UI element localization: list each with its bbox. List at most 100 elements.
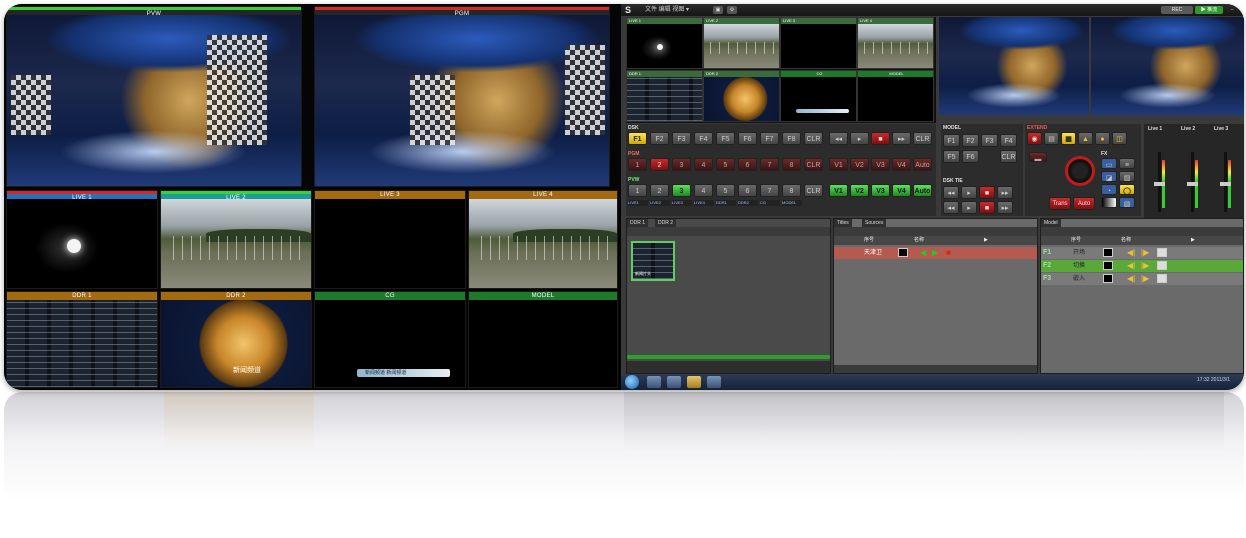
dsk-key-f3[interactable]: F3 <box>672 132 691 145</box>
clip-thumb[interactable]: 新闻片头 <box>631 241 675 281</box>
pgm-vkey-v1[interactable]: V1 <box>829 158 848 171</box>
model-key-f4[interactable]: F4 <box>1000 134 1017 147</box>
preview-live-4[interactable]: LIVE 4 <box>857 17 934 69</box>
pgm-vkey-v4[interactable]: V4 <box>892 158 911 171</box>
pvw-vkey-v2[interactable]: V2 <box>850 184 869 197</box>
tie-stop2-button[interactable]: ■ <box>979 201 995 214</box>
cg-row[interactable]: 天津卫 ◀ ▶ ■ <box>834 247 1037 259</box>
next-arrow-icon[interactable]: ▶ <box>932 248 938 258</box>
auto-button[interactable]: Auto <box>1073 197 1095 210</box>
next-arrow-icon[interactable]: |▶ <box>1141 248 1149 258</box>
extend-key-5[interactable]: ● <box>1095 132 1110 145</box>
preview-monitor[interactable] <box>939 17 1089 115</box>
preview-ddr-1[interactable]: DDR 1 <box>626 70 703 122</box>
fader-handle[interactable] <box>1187 182 1198 186</box>
transport-button-2[interactable]: ▸ <box>850 132 869 145</box>
pvw-key-clr[interactable]: CLR <box>804 184 823 197</box>
pvw-vkey-auto[interactable]: Auto <box>913 184 932 197</box>
dsk-key-f6[interactable]: F6 <box>738 132 757 145</box>
extend-key-6[interactable]: ◫ <box>1112 132 1127 145</box>
trans-button[interactable]: Trans <box>1049 197 1071 210</box>
fader-button[interactable]: ▬ <box>1029 152 1047 163</box>
pgm-key-5[interactable]: 5 <box>716 158 735 171</box>
record-button[interactable]: REC <box>1161 6 1193 14</box>
model-key-clr[interactable]: CLR <box>1000 150 1017 163</box>
ddr-tab-2[interactable]: DDR 2 <box>655 219 677 227</box>
tie-next2-button[interactable]: ▸▸ <box>997 201 1013 214</box>
fx-key-2[interactable]: ≡ <box>1119 158 1135 169</box>
pgm-key-4[interactable]: 4 <box>694 158 713 171</box>
fader-handle[interactable] <box>1220 182 1231 186</box>
checkbox[interactable] <box>1157 248 1167 257</box>
model-key-f2[interactable]: F2 <box>962 134 979 147</box>
fx-key-1[interactable]: ▭ <box>1101 158 1117 169</box>
pvw-vkey-v1[interactable]: V1 <box>829 184 848 197</box>
pvw-vkey-v3[interactable]: V3 <box>871 184 890 197</box>
pgm-vkey-v2[interactable]: V2 <box>850 158 869 171</box>
tile-ddr-1[interactable]: DDR 1 <box>6 291 158 388</box>
audio-fader[interactable] <box>1220 152 1231 212</box>
preview-cg[interactable]: CG <box>780 70 857 122</box>
tile-live-2[interactable]: LIVE 2 <box>160 190 312 289</box>
pvw-vkey-v4[interactable]: V4 <box>892 184 911 197</box>
pgm-key-1[interactable]: 1 <box>628 158 647 171</box>
tile-live-4[interactable]: LIVE 4 <box>468 190 618 289</box>
cg-tab-sources[interactable]: Sources <box>862 219 887 227</box>
pvw-key-6[interactable]: 6 <box>738 184 757 197</box>
pgm-key-8[interactable]: 8 <box>782 158 801 171</box>
dsk-key-clr[interactable]: CLR <box>804 132 823 145</box>
pvw-key-2[interactable]: 2 <box>650 184 669 197</box>
prev-arrow-icon[interactable]: ◀ <box>920 248 926 258</box>
next-arrow-icon[interactable]: |▶ <box>1141 261 1149 271</box>
main-menu[interactable]: 文件 编辑 视图 ▾ <box>645 4 689 16</box>
model-row[interactable]: F1 开场 ◀| |▶ <box>1041 247 1243 259</box>
model-key-f6[interactable]: F6 <box>962 150 979 163</box>
tile-pgm[interactable]: PGM <box>314 6 610 187</box>
checkbox[interactable] <box>1157 274 1167 283</box>
tile-model[interactable]: MODEL <box>468 291 618 388</box>
tie-prev2-button[interactable]: ◂◂ <box>943 201 959 214</box>
extend-key-1[interactable]: ◉ <box>1027 132 1042 145</box>
fx-key-6[interactable]: ◯ <box>1119 184 1135 195</box>
pgm-vkey-v3[interactable]: V3 <box>871 158 890 171</box>
stream-button[interactable]: ▶ 推流 <box>1195 6 1223 14</box>
program-monitor[interactable] <box>1091 17 1244 115</box>
audio-fader[interactable] <box>1187 152 1198 212</box>
model-row[interactable]: F3 嵌入 ◀| |▶ <box>1041 273 1243 285</box>
gradient-key[interactable] <box>1101 197 1117 208</box>
extend-key-2[interactable]: ▤ <box>1044 132 1059 145</box>
app-icon[interactable] <box>707 376 721 388</box>
prev-arrow-icon[interactable]: ◀| <box>1127 274 1135 284</box>
pgm-key-3[interactable]: 3 <box>672 158 691 171</box>
model-key-f1[interactable]: F1 <box>943 134 960 147</box>
pvw-key-7[interactable]: 7 <box>760 184 779 197</box>
fx-key-7[interactable]: ▧ <box>1119 197 1135 208</box>
explorer-icon[interactable] <box>667 376 681 388</box>
dsk-key-f2[interactable]: F2 <box>650 132 669 145</box>
tile-ddr-2[interactable]: DDR 2 新闻频道 <box>160 291 312 388</box>
dsk-key-f4[interactable]: F4 <box>694 132 713 145</box>
tie-prev-button[interactable]: ◂◂ <box>943 186 959 199</box>
pgm-key-2[interactable]: 2 <box>650 158 669 171</box>
preview-live-1[interactable]: LIVE 1 <box>626 17 703 69</box>
pgm-key-clr[interactable]: CLR <box>804 158 823 171</box>
preview-live-3[interactable]: LIVE 3 <box>780 17 857 69</box>
pvw-key-1[interactable]: 1 <box>628 184 647 197</box>
transition-knob[interactable] <box>1065 156 1095 186</box>
save-icon[interactable]: ▣ <box>713 6 723 14</box>
cg-tab-titles[interactable]: Titles <box>834 219 852 227</box>
tile-live-3[interactable]: LIVE 3 <box>314 190 466 289</box>
prev-arrow-icon[interactable]: ◀| <box>1127 248 1135 258</box>
transport-button-1[interactable]: ◂◂ <box>829 132 848 145</box>
fx-key-5[interactable]: ◔ <box>1101 184 1117 195</box>
ddr-progress-bar[interactable] <box>627 355 830 359</box>
prev-arrow-icon[interactable]: ◀| <box>1127 261 1135 271</box>
stop-icon[interactable]: ■ <box>946 248 951 258</box>
dsk-key-f1[interactable]: F1 <box>628 132 647 145</box>
extend-key-4[interactable]: ▲ <box>1078 132 1093 145</box>
cg-scrollbar[interactable] <box>834 365 1037 373</box>
dsk-key-f8[interactable]: F8 <box>782 132 801 145</box>
model-tab[interactable]: Model <box>1041 219 1061 227</box>
extend-key-3[interactable]: ▦ <box>1061 132 1076 145</box>
transport-button-4[interactable]: ▸▸ <box>892 132 911 145</box>
